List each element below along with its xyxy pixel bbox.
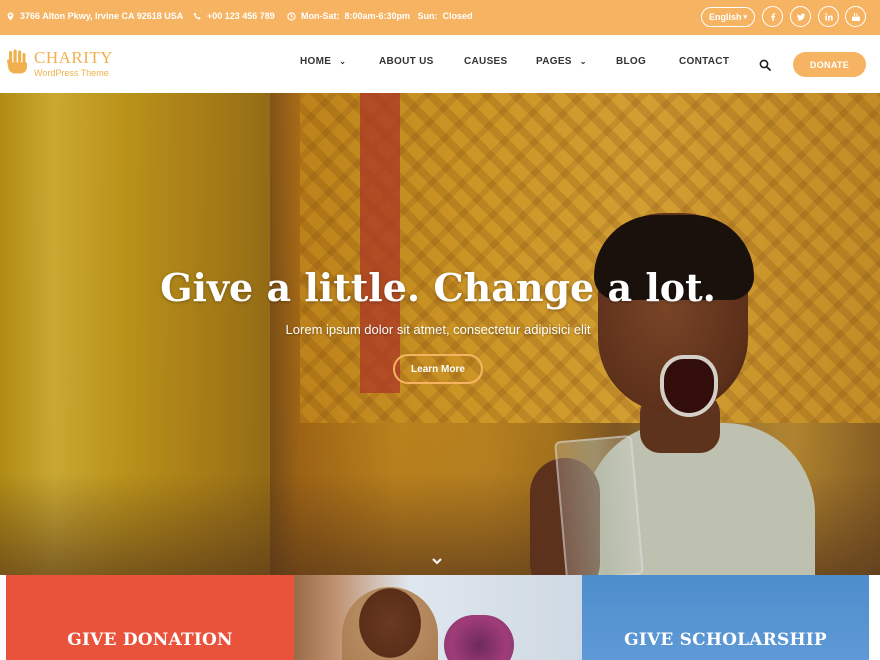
nav-contact[interactable]: CONTACT <box>679 56 729 67</box>
address-info: 3766 Alton Pkwy, Irvine CA 92618 USA <box>6 11 183 21</box>
learn-more-button[interactable]: Learn More <box>393 354 483 384</box>
chevron-down-icon: ⌄ <box>579 57 587 66</box>
twitter-icon <box>796 13 805 20</box>
nav-pages-label: PAGES <box>536 56 572 67</box>
phone-icon <box>193 12 201 20</box>
scroll-down-icon[interactable] <box>431 556 443 566</box>
hand-icon <box>7 49 27 74</box>
logo-title: CHARITY <box>34 48 114 67</box>
nav-home[interactable]: HOME ⌄ <box>300 56 346 67</box>
site-logo[interactable]: CHARITY WordPress Theme <box>6 49 113 78</box>
language-selector[interactable]: English ▾ <box>701 7 755 27</box>
youtube-icon <box>851 12 860 21</box>
nav-causes[interactable]: CAUSES <box>464 56 507 67</box>
top-info-bar: 3766 Alton Pkwy, Irvine CA 92618 USA +00… <box>0 0 880 35</box>
caret-down-icon: ▾ <box>743 14 748 21</box>
card-child-figure <box>444 615 514 660</box>
clock-icon <box>287 11 296 21</box>
logo-subtitle: WordPress Theme <box>34 68 109 78</box>
chevron-down-icon: ⌄ <box>339 57 347 66</box>
nav-contact-label: CONTACT <box>679 56 730 67</box>
hero-subtitle: Lorem ipsum dolor sit atmet, consectetur… <box>285 322 591 337</box>
hero-banner: Give a little. Change a lot. Lorem ipsum… <box>0 93 880 575</box>
search-icon[interactable] <box>759 59 771 71</box>
nav-blog[interactable]: BLOG <box>616 56 646 67</box>
photo-card <box>294 575 582 660</box>
address-text: 3766 Alton Pkwy, Irvine CA 92618 USA <box>20 11 184 21</box>
hours-info: Mon-Sat: 8:00am-6:30pm Sun: Closed <box>287 11 473 21</box>
facebook-link[interactable] <box>762 6 783 27</box>
map-pin-icon <box>7 11 14 21</box>
card-woman-figure <box>342 587 438 660</box>
twitter-link[interactable] <box>790 6 811 27</box>
phone-text: +00 123 456 789 <box>207 11 275 21</box>
nav-about-us[interactable]: ABOUT US <box>379 56 434 67</box>
phone-info[interactable]: +00 123 456 789 <box>193 11 275 21</box>
give-scholarship-card[interactable]: GIVE SCHOLARSHIP <box>582 575 869 660</box>
nav-causes-label: CAUSES <box>464 56 508 67</box>
nav-blog-label: BLOG <box>616 56 647 67</box>
facebook-icon <box>770 12 775 21</box>
give-scholarship-title: GIVE SCHOLARSHIP <box>624 630 827 650</box>
youtube-link[interactable] <box>845 6 866 27</box>
nav-home-label: HOME <box>300 56 332 67</box>
give-donation-title: GIVE DONATION <box>67 630 233 650</box>
site-header: CHARITY WordPress Theme HOME ⌄ ABOUT US … <box>0 35 880 93</box>
nav-about-us-label: ABOUT US <box>379 56 434 67</box>
linkedin-link[interactable] <box>818 6 839 27</box>
language-label: English <box>708 12 742 22</box>
hero-title: Give a little. Change a lot. <box>160 265 716 310</box>
donate-button[interactable]: DONATE <box>793 52 866 77</box>
give-donation-card[interactable]: GIVE DONATION <box>6 575 294 660</box>
hours-text: Mon-Sat: 8:00am-6:30pm Sun: Closed <box>301 11 473 21</box>
nav-pages[interactable]: PAGES ⌄ <box>536 56 587 67</box>
linkedin-icon <box>824 12 833 21</box>
